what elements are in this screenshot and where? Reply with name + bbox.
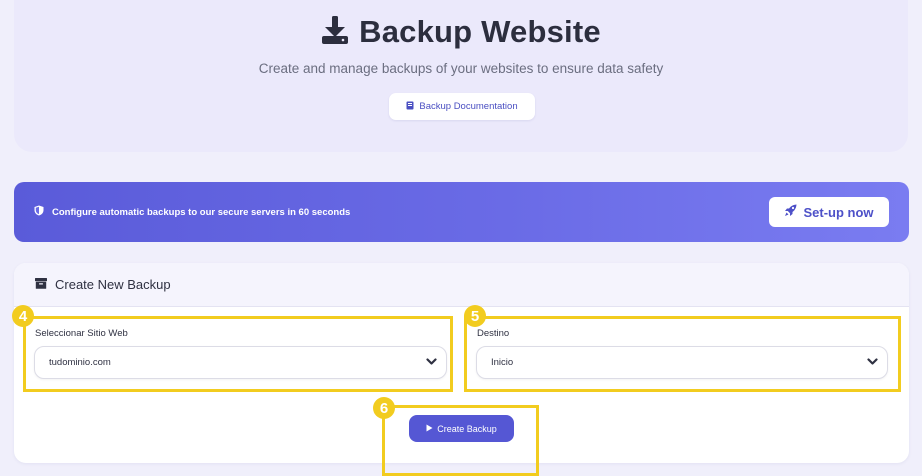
destination-select-value: Inicio [491,357,514,368]
site-select[interactable]: tudominio.com [34,346,447,379]
download-icon [321,15,349,50]
banner-text: Configure automatic backups to our secur… [52,206,351,218]
page-title: Backup Website [14,14,908,50]
chevron-down-icon [867,358,878,369]
archive-icon [35,277,47,292]
backup-documentation-label: Backup Documentation [419,101,518,112]
rocket-icon [784,204,797,220]
setup-now-label: Set-up now [803,204,874,220]
create-backup-button[interactable]: Create Backup [409,415,514,442]
page-title-text: Backup Website [359,14,601,49]
chevron-down-icon [426,358,437,369]
annotation-badge-site: 4 [12,305,34,327]
page-header: Backup Website Create and manage backups… [14,0,908,152]
site-select-value: tudominio.com [49,357,111,368]
create-backup-card: Create New Backup Seleccionar Sitio Web … [14,263,909,463]
card-title: Create New Backup [55,277,171,292]
auto-backup-banner: Configure automatic backups to our secur… [14,182,909,242]
annotation-badge-destination: 5 [464,305,486,327]
backup-documentation-button[interactable]: Backup Documentation [389,93,535,120]
book-icon [406,101,414,113]
play-icon [426,424,433,434]
shield-icon [34,205,44,219]
destination-select[interactable]: Inicio [476,346,888,379]
banner-message: Configure automatic backups to our secur… [34,182,350,242]
site-field-label: Seleccionar Sitio Web [35,328,128,339]
setup-now-button[interactable]: Set-up now [769,197,889,227]
dest-field-label: Destino [477,328,510,339]
annotation-badge-create: 6 [373,397,395,419]
create-backup-label: Create Backup [437,423,497,434]
card-header: Create New Backup [14,263,909,307]
page-subtitle: Create and manage backups of your websit… [258,61,664,76]
